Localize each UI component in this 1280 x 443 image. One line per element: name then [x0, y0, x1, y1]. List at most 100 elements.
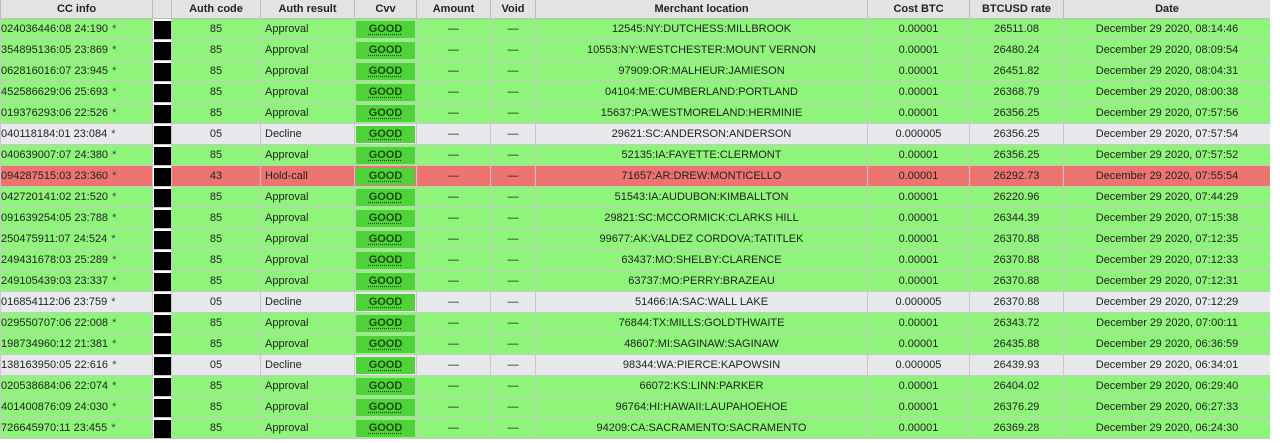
- table-row[interactable]: 249105439:03 23:337 * 85 Approval GOOD — —6373…: [0, 270, 1270, 292]
- column-header-btcusd-rate[interactable]: BTCUSD rate: [969, 0, 1064, 19]
- table-row[interactable]: 040118184:01 23:084 * 05 Decline GOOD — —29621…: [0, 123, 1270, 145]
- cvv-good-badge[interactable]: GOOD: [356, 356, 415, 374]
- cvv-good-badge[interactable]: GOOD: [356, 167, 415, 185]
- cvv-good-badge[interactable]: GOOD: [356, 251, 415, 269]
- merchant-location-cell: 63737:MO:PERRY:BRAZEAU: [535, 270, 868, 292]
- column-header-cc-info[interactable]: CC info: [0, 0, 153, 19]
- cvv-good-badge[interactable]: GOOD: [356, 314, 415, 332]
- cc-info-cell[interactable]: 726645970:11 23:455 *: [0, 417, 153, 439]
- cvv-good-badge[interactable]: GOOD: [356, 41, 415, 59]
- cvv-good-badge[interactable]: GOOD: [356, 20, 415, 38]
- cc-info-star: *: [112, 401, 117, 413]
- cc-info-cell[interactable]: 062816016:07 23:945 *: [0, 60, 153, 82]
- table-row[interactable]: 198734960:12 21:381 * 85 Approval GOOD — —4860…: [0, 333, 1270, 355]
- table-row[interactable]: 042720141:02 21:520 * 85 Approval GOOD — —5154…: [0, 186, 1270, 208]
- cc-info-cell[interactable]: 019376293:06 22:526 *: [0, 102, 153, 124]
- cvv-cell: GOOD: [354, 144, 417, 166]
- column-header-merchant-location[interactable]: Merchant location: [535, 0, 868, 19]
- auth-code-cell: 85: [171, 333, 261, 355]
- masked-square: [154, 167, 171, 186]
- cost-btc-cell: 0.00001: [867, 18, 970, 40]
- cvv-cell: GOOD: [354, 228, 417, 250]
- column-header-auth-result[interactable]: Auth result: [260, 0, 355, 19]
- auth-result-cell: Approval: [260, 270, 355, 292]
- auth-code-cell: 85: [171, 81, 261, 103]
- auth-result-cell: Approval: [260, 249, 355, 271]
- cc-info-cell[interactable]: 016854112:06 23:759 *: [0, 291, 153, 313]
- table-row[interactable]: 094287515:03 23:360 * 43 Hold-call GOOD — —716…: [0, 165, 1270, 187]
- cvv-good-badge[interactable]: GOOD: [356, 83, 415, 101]
- cc-info-cell[interactable]: 042720141:02 21:520 *: [0, 186, 153, 208]
- column-header-void[interactable]: Void: [490, 0, 536, 19]
- column-header-amount[interactable]: Amount: [416, 0, 491, 19]
- cost-btc-cell: 0.00001: [867, 81, 970, 103]
- masked-square: [154, 41, 171, 60]
- column-header-cvv[interactable]: Cvv: [354, 0, 417, 19]
- cc-info-cell[interactable]: 354895136:05 23:869 *: [0, 39, 153, 61]
- auth-result-cell: Approval: [260, 396, 355, 418]
- table-row[interactable]: 091639254:05 23:788 * 85 Approval GOOD — —2982…: [0, 207, 1270, 229]
- cc-info-cell[interactable]: 091639254:05 23:788 *: [0, 207, 153, 229]
- table-row[interactable]: 040639007:07 24:380 * 85 Approval GOOD — —5213…: [0, 144, 1270, 166]
- cvv-good-badge[interactable]: GOOD: [356, 62, 415, 80]
- merchant-location-cell: 04104:ME:CUMBERLAND:PORTLAND: [535, 81, 868, 103]
- merchant-location-cell: 51466:IA:SAC:WALL LAKE: [535, 291, 868, 313]
- cc-info-value: 198734960:12 21:381: [1, 338, 109, 350]
- cvv-good-badge[interactable]: GOOD: [356, 125, 415, 143]
- cc-info-cell[interactable]: 401400876:09 24:030 *: [0, 396, 153, 418]
- table-row[interactable]: 354895136:05 23:869 * 85 Approval GOOD — —1055…: [0, 39, 1270, 61]
- table-row[interactable]: 016854112:06 23:759 * 05 Decline GOOD — —51466…: [0, 291, 1270, 313]
- cc-info-star: *: [112, 275, 117, 287]
- cc-info-cell[interactable]: 040118184:01 23:084 *: [0, 123, 153, 145]
- table-row[interactable]: 452586629:06 25:693 * 85 Approval GOOD — —0410…: [0, 81, 1270, 103]
- cc-info-cell[interactable]: 094287515:03 23:360 *: [0, 165, 153, 187]
- cvv-good-badge[interactable]: GOOD: [356, 419, 415, 437]
- table-row[interactable]: 726645970:11 23:455 * 85 Approval GOOD — —9420…: [0, 417, 1270, 439]
- table-row[interactable]: 138163950:05 22:616 * 05 Decline GOOD — —98344…: [0, 354, 1270, 376]
- cvv-good-badge[interactable]: GOOD: [356, 272, 415, 290]
- cc-info-cell[interactable]: 198734960:12 21:381 *: [0, 333, 153, 355]
- table-row[interactable]: 062816016:07 23:945 * 85 Approval GOOD — —9790…: [0, 60, 1270, 82]
- auth-code-cell: 85: [171, 417, 261, 439]
- auth-result-cell: Approval: [260, 417, 355, 439]
- cost-btc-cell: 0.00001: [867, 396, 970, 418]
- column-header-cost-btc[interactable]: Cost BTC: [867, 0, 970, 19]
- cc-info-cell[interactable]: 452586629:06 25:693 *: [0, 81, 153, 103]
- date-cell: December 29 2020, 06:24:30: [1063, 417, 1270, 439]
- auth-code-cell: 85: [171, 186, 261, 208]
- column-header-date[interactable]: Date: [1063, 0, 1270, 19]
- cvv-good-badge[interactable]: GOOD: [356, 293, 415, 311]
- column-header-auth-code[interactable]: Auth code: [171, 0, 261, 19]
- cost-btc-cell: 0.00001: [867, 39, 970, 61]
- cvv-good-badge[interactable]: GOOD: [356, 335, 415, 353]
- cc-info-cell[interactable]: 138163950:05 22:616 *: [0, 354, 153, 376]
- amount-cell: —: [416, 102, 491, 124]
- cvv-good-badge[interactable]: GOOD: [356, 188, 415, 206]
- cc-info-cell[interactable]: 250475911:07 24:524 *: [0, 228, 153, 250]
- cvv-good-badge[interactable]: GOOD: [356, 104, 415, 122]
- cvv-good-badge[interactable]: GOOD: [356, 398, 415, 416]
- auth-code-cell: 85: [171, 270, 261, 292]
- cc-info-cell[interactable]: 040639007:07 24:380 *: [0, 144, 153, 166]
- table-row[interactable]: 249431678:03 25:289 * 85 Approval GOOD — —6343…: [0, 249, 1270, 271]
- table-row[interactable]: 250475911:07 24:524 * 85 Approval GOOD — —9967…: [0, 228, 1270, 250]
- cvv-good-badge[interactable]: GOOD: [356, 377, 415, 395]
- table-row[interactable]: 020538684:06 22:074 * 85 Approval GOOD — —6607…: [0, 375, 1270, 397]
- cost-btc-cell: 0.00001: [867, 102, 970, 124]
- cvv-good-badge[interactable]: GOOD: [356, 209, 415, 227]
- cc-info-cell[interactable]: 024036446:08 24:190 *: [0, 18, 153, 40]
- auth-result-cell: Decline: [260, 354, 355, 376]
- cc-info-cell[interactable]: 249105439:03 23:337 *: [0, 270, 153, 292]
- amount-cell: —: [416, 165, 491, 187]
- cvv-good-badge[interactable]: GOOD: [356, 146, 415, 164]
- table-row[interactable]: 024036446:08 24:190 * 85 Approval GOOD — —1254…: [0, 18, 1270, 40]
- table-row[interactable]: 401400876:09 24:030 * 85 Approval GOOD — —9676…: [0, 396, 1270, 418]
- table-row[interactable]: 019376293:06 22:526 * 85 Approval GOOD — —1563…: [0, 102, 1270, 124]
- cc-info-cell[interactable]: 029550707:06 22:008 *: [0, 312, 153, 334]
- table-row[interactable]: 029550707:06 22:008 * 85 Approval GOOD — —7684…: [0, 312, 1270, 334]
- cc-info-cell[interactable]: 020538684:06 22:074 *: [0, 375, 153, 397]
- btcusd-rate-cell: 26435.88: [969, 333, 1064, 355]
- cvv-good-badge[interactable]: GOOD: [356, 230, 415, 248]
- cc-info-cell[interactable]: 249431678:03 25:289 *: [0, 249, 153, 271]
- masked-square: [154, 419, 171, 438]
